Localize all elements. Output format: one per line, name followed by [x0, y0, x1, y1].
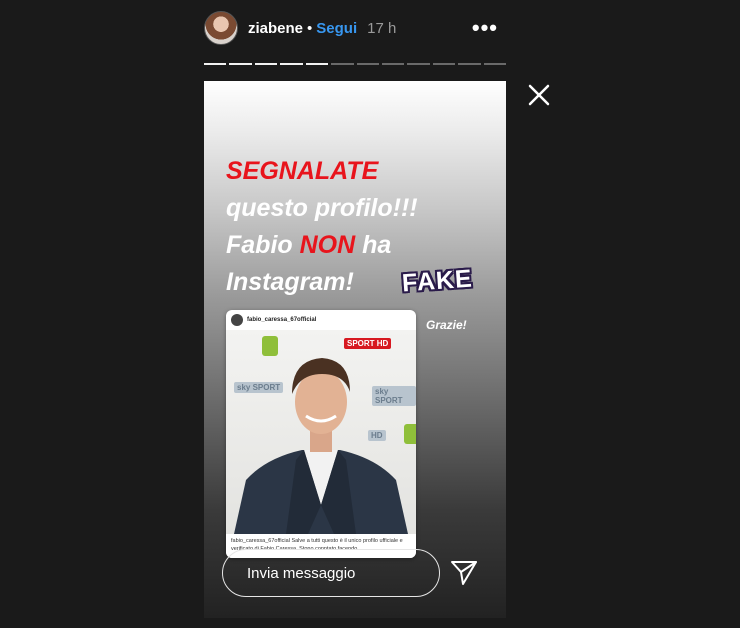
progress-segment — [407, 63, 430, 65]
progress-segment — [280, 63, 303, 65]
progress-segment — [204, 63, 227, 65]
avatar[interactable] — [204, 11, 238, 45]
send-icon[interactable] — [449, 558, 479, 586]
post-header: fabio_caressa_67official — [226, 310, 416, 330]
more-horizontal-icon[interactable]: ••• — [472, 17, 498, 39]
follow-button[interactable]: Segui — [316, 20, 357, 37]
progress-segment — [229, 63, 252, 65]
person-photo — [234, 358, 408, 534]
post-avatar — [231, 314, 243, 326]
separator-dot: • — [307, 19, 313, 37]
username[interactable]: ziabene — [248, 20, 303, 37]
headline-line3: Fabio NON ha — [226, 227, 496, 264]
embedded-post-screenshot: fabio_caressa_67official SPORT HD sky SP… — [226, 310, 416, 558]
progress-segment — [254, 63, 278, 65]
story-progress-bar — [204, 63, 507, 65]
story-header: ziabene • Segui 17 h ••• — [204, 8, 506, 48]
headline-segnalate: SEGNALATE — [226, 157, 379, 185]
progress-segment — [305, 63, 329, 65]
progress-segment — [381, 63, 405, 65]
progress-segment — [483, 63, 507, 65]
progress-segment — [356, 63, 379, 65]
message-input[interactable]: Invia messaggio — [222, 549, 440, 597]
headline-non: NON — [299, 231, 356, 259]
fake-sticker: FAKE — [401, 264, 474, 298]
story-content[interactable]: SEGNALATE questo profilo!!! Fabio NON ha… — [204, 81, 506, 618]
post-photo: SPORT HD sky SPORT sky SPORT HD — [226, 330, 416, 534]
headline-line2: questo profilo!!! — [226, 194, 418, 222]
post-username: fabio_caressa_67official — [247, 317, 317, 323]
progress-segment — [458, 63, 481, 65]
post-time: 17 h — [367, 19, 397, 37]
grazie-text: Grazie! — [426, 318, 467, 332]
headline-fabio: Fabio — [226, 231, 300, 259]
close-icon[interactable] — [526, 82, 552, 108]
headline-ha: ha — [355, 231, 392, 259]
progress-segment — [331, 63, 354, 65]
progress-segment — [432, 63, 456, 65]
